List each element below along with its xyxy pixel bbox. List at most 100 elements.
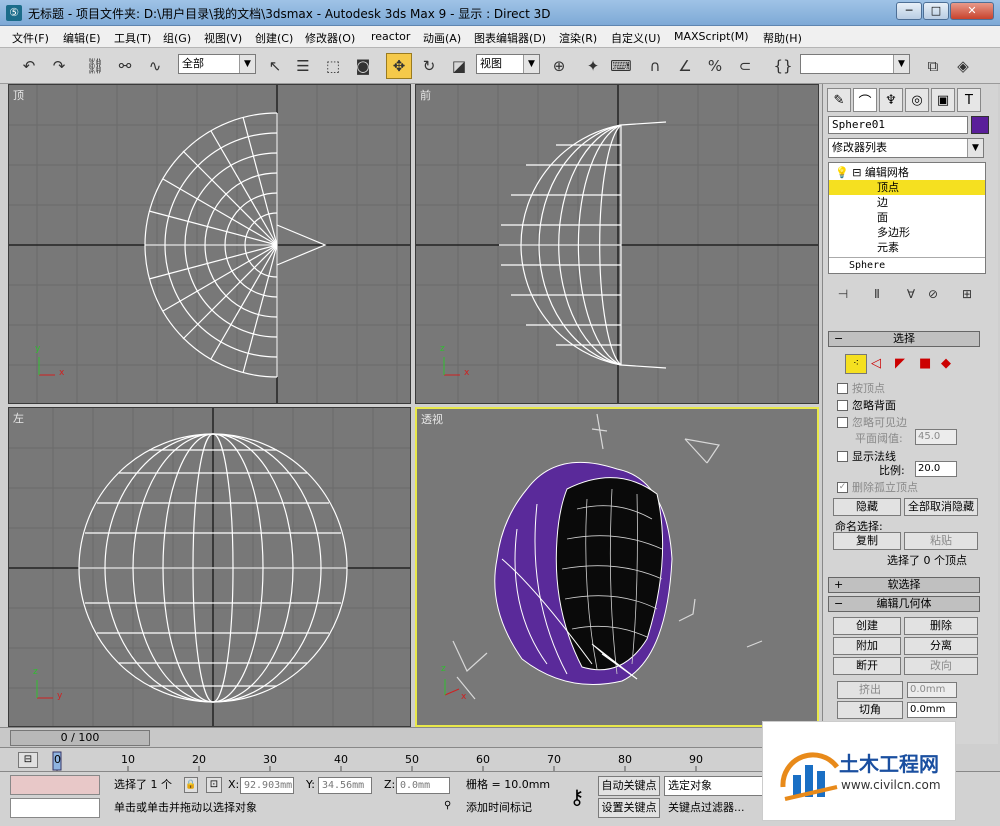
stack-item-vertex[interactable]: 顶点 xyxy=(829,180,985,195)
snaps-toggle-icon[interactable]: ∩ xyxy=(642,53,668,79)
rollout-edit-geometry-header[interactable]: − 编辑几何体 xyxy=(828,596,980,612)
attach-button[interactable]: 附加 xyxy=(833,637,901,655)
stack-item-polygon[interactable]: 多边形 xyxy=(829,225,985,240)
make-unique-icon[interactable]: ∀ xyxy=(901,284,921,304)
percent-snap-icon[interactable]: % xyxy=(702,53,728,79)
minimize-button[interactable]: ─ xyxy=(896,2,922,20)
select-and-link-icon[interactable]: ⛓ xyxy=(82,53,108,79)
menu-group[interactable]: 组(G) xyxy=(163,30,191,46)
track-bar[interactable]: ⊟ 0 10 20 30 40 50 60 70 80 90 xyxy=(0,747,822,772)
break-button[interactable]: 断开 xyxy=(833,657,901,675)
vertex-mode-icon[interactable]: ⁖ xyxy=(845,354,867,374)
stack-item-edit-mesh[interactable]: 💡 ⊟ 编辑网格 xyxy=(829,165,985,180)
menu-file[interactable]: 文件(F) xyxy=(12,30,49,46)
menu-tools[interactable]: 工具(T) xyxy=(114,30,151,46)
pivot-center-icon[interactable]: ⊕ xyxy=(546,53,572,79)
ignore-backfacing-checkbox[interactable]: 忽略背面 xyxy=(837,397,896,413)
create-tab-icon[interactable]: ✎ xyxy=(827,88,851,112)
menu-customize[interactable]: 自定义(U) xyxy=(611,30,661,46)
edge-mode-icon[interactable]: ◁ xyxy=(871,356,881,371)
pin-stack-icon[interactable]: ⊣ xyxy=(833,284,853,304)
select-and-move-icon[interactable]: ✥ xyxy=(386,53,412,79)
polygon-mode-icon[interactable]: ■ xyxy=(919,356,931,371)
planar-threshold-spinner[interactable]: 45.0 xyxy=(915,429,957,445)
selection-filter-dropdown[interactable]: 全部 ▼ xyxy=(178,54,256,74)
remove-modifier-icon[interactable]: ⊘ xyxy=(923,284,943,304)
select-and-rotate-icon[interactable]: ↻ xyxy=(416,53,442,79)
stack-item-sphere[interactable]: Sphere xyxy=(829,257,985,272)
detach-button[interactable]: 分离 xyxy=(904,637,978,655)
menu-graph-editors[interactable]: 图表编辑器(D) xyxy=(474,30,546,46)
copy-button[interactable]: 复制 xyxy=(833,532,901,550)
object-name-field[interactable]: Sphere01 xyxy=(828,116,968,134)
viewport-left[interactable]: z y 左 xyxy=(8,407,411,727)
viewport-front-label[interactable]: 前 xyxy=(420,87,431,103)
stack-item-edge[interactable]: 边 xyxy=(829,195,985,210)
bind-space-warp-icon[interactable]: ∿ xyxy=(142,53,168,79)
viewport-perspective[interactable]: z x 透视 xyxy=(415,407,819,727)
rectangular-selection-icon[interactable]: ⬚ xyxy=(320,53,346,79)
menu-maxscript[interactable]: MAXScript(M) xyxy=(674,30,749,43)
utilities-tab-icon[interactable]: T xyxy=(957,88,981,112)
keyboard-shortcut-override-icon[interactable]: ⌨ xyxy=(608,53,634,79)
spinner-snap-icon[interactable]: ⊂ xyxy=(732,53,758,79)
element-mode-icon[interactable]: ◆ xyxy=(941,356,951,371)
modifier-list-dropdown[interactable]: 修改器列表 ▼ xyxy=(828,138,984,158)
stack-item-face[interactable]: 面 xyxy=(829,210,985,225)
object-color-swatch[interactable] xyxy=(971,116,989,134)
redo-icon[interactable]: ↷ xyxy=(46,53,72,79)
menu-help[interactable]: 帮助(H) xyxy=(763,30,802,46)
motion-tab-icon[interactable]: ◎ xyxy=(905,88,929,112)
chamfer-button[interactable]: 切角 xyxy=(837,701,903,719)
mirror-icon[interactable]: ⧉ xyxy=(920,53,946,79)
app-icon[interactable]: ⑤ xyxy=(6,5,22,21)
time-tag-icon[interactable]: ⚲ xyxy=(444,800,458,816)
manipulate-icon[interactable]: ✦ xyxy=(580,53,606,79)
time-slider[interactable]: 0 / 100 xyxy=(10,730,150,746)
menu-animation[interactable]: 动画(A) xyxy=(423,30,461,46)
x-coordinate-field[interactable]: 92.903mm xyxy=(240,777,294,794)
key-filters-button[interactable]: 关键点过滤器... xyxy=(668,800,745,816)
display-tab-icon[interactable]: ▣ xyxy=(931,88,955,112)
absolute-mode-icon[interactable]: ⊡ xyxy=(206,777,222,793)
stack-item-element[interactable]: 元素 xyxy=(829,240,985,255)
delete-button[interactable]: 删除 xyxy=(904,617,978,635)
select-by-name-icon[interactable]: ☰ xyxy=(290,53,316,79)
y-coordinate-field[interactable]: 34.56mm xyxy=(318,777,372,794)
rollout-soft-selection-header[interactable]: + 软选择 xyxy=(828,577,980,593)
align-icon[interactable]: ◈ xyxy=(950,53,976,79)
close-button[interactable]: ✕ xyxy=(950,2,994,20)
window-crossing-icon[interactable]: ◙ xyxy=(350,53,376,79)
z-coordinate-field[interactable]: 0.0mm xyxy=(396,777,450,794)
paste-button[interactable]: 粘贴 xyxy=(904,532,978,550)
scale-spinner[interactable]: 20.0 xyxy=(915,461,957,477)
unlink-icon[interactable]: ⚯ xyxy=(112,53,138,79)
viewport-top-label[interactable]: 顶 xyxy=(13,87,24,103)
key-mode-dropdown[interactable]: 选定对象 xyxy=(664,776,764,796)
hierarchy-tab-icon[interactable]: ♆ xyxy=(879,88,903,112)
auto-key-button[interactable]: 自动关键点 xyxy=(598,776,660,796)
menu-rendering[interactable]: 渲染(R) xyxy=(559,30,597,46)
create-button[interactable]: 创建 xyxy=(833,617,901,635)
select-and-scale-icon[interactable]: ◪ xyxy=(446,53,472,79)
undo-icon[interactable]: ↶ xyxy=(16,53,42,79)
edit-named-selections-icon[interactable]: {} xyxy=(770,53,796,79)
face-mode-icon[interactable]: ◤ xyxy=(895,356,905,371)
unhide-all-button[interactable]: 全部取消隐藏 xyxy=(904,498,978,516)
set-key-icon[interactable]: ⚷ xyxy=(560,780,594,814)
by-vertex-checkbox[interactable]: 按顶点 xyxy=(837,380,885,396)
chamfer-spinner[interactable]: 0.0mm xyxy=(907,702,957,718)
ignore-visible-edges-checkbox[interactable]: 忽略可见边 xyxy=(837,414,907,430)
add-time-tag-button[interactable]: 添加时间标记 xyxy=(466,800,532,816)
selection-lock-icon[interactable]: 🔒 xyxy=(184,777,198,793)
maxscript-listener-mini[interactable] xyxy=(10,775,100,795)
rollout-selection-header[interactable]: − 选择 xyxy=(828,331,980,347)
show-end-result-icon[interactable]: Ⅱ xyxy=(867,284,887,304)
menu-modifiers[interactable]: 修改器(O) xyxy=(305,30,355,46)
maximize-button[interactable]: □ xyxy=(923,2,949,20)
lightbulb-icon[interactable]: 💡 xyxy=(835,166,849,179)
configure-modifier-sets-icon[interactable]: ⊞ xyxy=(957,284,977,304)
menu-edit[interactable]: 编辑(E) xyxy=(63,30,101,46)
angle-snap-icon[interactable]: ∠ xyxy=(672,53,698,79)
hide-button[interactable]: 隐藏 xyxy=(833,498,901,516)
